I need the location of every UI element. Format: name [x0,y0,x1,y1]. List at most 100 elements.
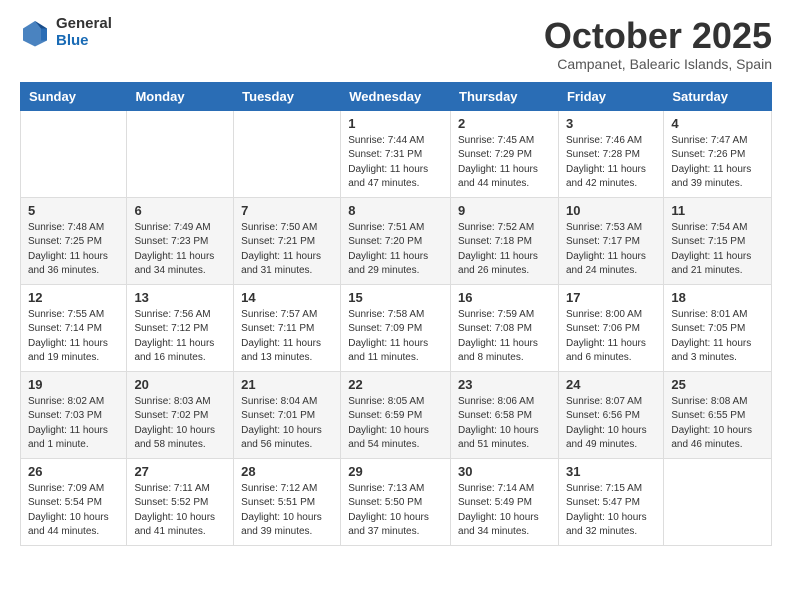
day-number: 21 [241,377,333,392]
calendar-cell: 29Sunrise: 7:13 AM Sunset: 5:50 PM Dayli… [341,458,451,545]
day-number: 7 [241,203,333,218]
calendar-cell: 31 Sunrise: 7:15 AM Sunset: 5:47 PM Dayli… [558,458,663,545]
col-tuesday: Tuesday [234,82,341,110]
day-number: 27 [134,464,226,479]
calendar-body: 1 Sunrise: 7:44 AM Sunset: 7:31 PM Daylig… [21,110,772,545]
day-info: Sunrise: 7:53 AM Sunset: 7:17 PM Dayligh… [566,221,656,279]
day-info: Sunrise: 8:04 AM Sunset: 7:01 PM Dayligh… [241,395,333,453]
day-number: 26 [28,464,119,479]
day-info: Sunrise: 8:03 AM Sunset: 7:02 PM Dayligh… [134,395,226,453]
calendar-cell: 2 Sunrise: 7:45 AM Sunset: 7:29 PM Daylig… [451,110,559,197]
header: General Blue October 2025 Campanet, Bale… [20,16,772,72]
day-info: Sunrise: 8:06 AM Sunset: 6:58 PM Dayligh… [458,395,551,453]
calendar-week-4: 19 Sunrise: 8:02 AM Sunset: 7:03 PM Dayli… [21,371,772,458]
day-number: 10 [566,203,656,218]
logo-text: General Blue [56,16,112,49]
header-row: Sunday Monday Tuesday Wednesday Thursday… [21,82,772,110]
calendar-cell: 7 Sunrise: 7:50 AM Sunset: 7:21 PM Daylig… [234,197,341,284]
calendar-cell: 4 Sunrise: 7:47 AM Sunset: 7:26 PM Daylig… [664,110,772,197]
col-monday: Monday [127,82,234,110]
day-info: Sunrise: 7:12 AM Sunset: 5:51 PM Dayligh… [241,482,333,540]
calendar-week-5: 26 Sunrise: 7:09 AM Sunset: 5:54 PM Dayli… [21,458,772,545]
day-info: Sunrise: 7:11 AM Sunset: 5:52 PM Dayligh… [134,482,226,540]
logo: General Blue [20,16,112,49]
day-number: 30 [458,464,551,479]
calendar-week-1: 1 Sunrise: 7:44 AM Sunset: 7:31 PM Daylig… [21,110,772,197]
day-info: Sunrise: 7:48 AM Sunset: 7:25 PM Dayligh… [28,221,119,279]
calendar-week-3: 12 Sunrise: 7:55 AM Sunset: 7:14 PM Dayli… [21,284,772,371]
day-info: Sunrise: 7:14 AM Sunset: 5:49 PM Dayligh… [458,482,551,540]
day-number: 14 [241,290,333,305]
day-number: 1 [348,116,443,131]
calendar-cell: 27 Sunrise: 7:11 AM Sunset: 5:52 PM Dayli… [127,458,234,545]
day-info: Sunrise: 7:54 AM Sunset: 7:15 PM Dayligh… [671,221,764,279]
calendar-cell: 6Sunrise: 7:49 AM Sunset: 7:23 PM Daylig… [127,197,234,284]
calendar-cell: 17 Sunrise: 8:00 AM Sunset: 7:06 PM Dayli… [558,284,663,371]
day-info: Sunrise: 8:02 AM Sunset: 7:03 PM Dayligh… [28,395,119,453]
day-info: Sunrise: 8:01 AM Sunset: 7:05 PM Dayligh… [671,308,764,366]
calendar-cell: 18 Sunrise: 8:01 AM Sunset: 7:05 PM Dayli… [664,284,772,371]
day-info: Sunrise: 7:55 AM Sunset: 7:14 PM Dayligh… [28,308,119,366]
day-info: Sunrise: 7:51 AM Sunset: 7:20 PM Dayligh… [348,221,443,279]
calendar-cell: 12 Sunrise: 7:55 AM Sunset: 7:14 PM Dayli… [21,284,127,371]
calendar-cell: 21 Sunrise: 8:04 AM Sunset: 7:01 PM Dayli… [234,371,341,458]
calendar-cell: 10 Sunrise: 7:53 AM Sunset: 7:17 PM Dayli… [558,197,663,284]
day-number: 17 [566,290,656,305]
day-number: 24 [566,377,656,392]
day-number: 22 [348,377,443,392]
day-number: 3 [566,116,656,131]
col-sunday: Sunday [21,82,127,110]
day-number: 18 [671,290,764,305]
calendar-cell: 28 Sunrise: 7:12 AM Sunset: 5:51 PM Dayli… [234,458,341,545]
day-info: Sunrise: 8:07 AM Sunset: 6:56 PM Dayligh… [566,395,656,453]
day-info: Sunrise: 7:50 AM Sunset: 7:21 PM Dayligh… [241,221,333,279]
day-number: 15 [348,290,443,305]
day-number: 6 [134,203,226,218]
calendar-cell: 25Sunrise: 8:08 AM Sunset: 6:55 PM Dayli… [664,371,772,458]
day-number: 13 [134,290,226,305]
day-info: Sunrise: 7:59 AM Sunset: 7:08 PM Dayligh… [458,308,551,366]
day-number: 12 [28,290,119,305]
logo-icon [20,18,50,48]
day-number: 31 [566,464,656,479]
col-wednesday: Wednesday [341,82,451,110]
col-friday: Friday [558,82,663,110]
day-info: Sunrise: 7:09 AM Sunset: 5:54 PM Dayligh… [28,482,119,540]
calendar-cell: 22 Sunrise: 8:05 AM Sunset: 6:59 PM Dayli… [341,371,451,458]
title-section: October 2025 Campanet, Balearic Islands,… [544,16,772,72]
calendar-cell: 16Sunrise: 7:59 AM Sunset: 7:08 PM Dayli… [451,284,559,371]
day-info: Sunrise: 7:44 AM Sunset: 7:31 PM Dayligh… [348,134,443,192]
day-number: 4 [671,116,764,131]
day-info: Sunrise: 7:46 AM Sunset: 7:28 PM Dayligh… [566,134,656,192]
day-number: 9 [458,203,551,218]
calendar-cell: 8 Sunrise: 7:51 AM Sunset: 7:20 PM Daylig… [341,197,451,284]
day-number: 2 [458,116,551,131]
calendar-cell: 1 Sunrise: 7:44 AM Sunset: 7:31 PM Daylig… [341,110,451,197]
day-info: Sunrise: 8:05 AM Sunset: 6:59 PM Dayligh… [348,395,443,453]
day-number: 5 [28,203,119,218]
calendar-cell: 24 Sunrise: 8:07 AM Sunset: 6:56 PM Dayli… [558,371,663,458]
calendar-header: Sunday Monday Tuesday Wednesday Thursday… [21,82,772,110]
day-number: 19 [28,377,119,392]
day-info: Sunrise: 7:45 AM Sunset: 7:29 PM Dayligh… [458,134,551,192]
day-number: 25 [671,377,764,392]
day-info: Sunrise: 7:47 AM Sunset: 7:26 PM Dayligh… [671,134,764,192]
month-title: October 2025 [544,16,772,56]
day-number: 20 [134,377,226,392]
calendar-cell: 30 Sunrise: 7:14 AM Sunset: 5:49 PM Dayli… [451,458,559,545]
calendar-cell: 19 Sunrise: 8:02 AM Sunset: 7:03 PM Dayli… [21,371,127,458]
day-number: 23 [458,377,551,392]
day-number: 8 [348,203,443,218]
col-saturday: Saturday [664,82,772,110]
day-info: Sunrise: 7:52 AM Sunset: 7:18 PM Dayligh… [458,221,551,279]
calendar-cell: 3 Sunrise: 7:46 AM Sunset: 7:28 PM Daylig… [558,110,663,197]
calendar-cell [664,458,772,545]
calendar-cell: 23 Sunrise: 8:06 AM Sunset: 6:58 PM Dayli… [451,371,559,458]
day-number: 28 [241,464,333,479]
calendar-cell: 20 Sunrise: 8:03 AM Sunset: 7:02 PM Dayli… [127,371,234,458]
calendar-table: Sunday Monday Tuesday Wednesday Thursday… [20,82,772,546]
day-info: Sunrise: 7:15 AM Sunset: 5:47 PM Dayligh… [566,482,656,540]
day-info: Sunrise: 8:00 AM Sunset: 7:06 PM Dayligh… [566,308,656,366]
page: General Blue October 2025 Campanet, Bale… [0,0,792,566]
day-info: Sunrise: 7:58 AM Sunset: 7:09 PM Dayligh… [348,308,443,366]
